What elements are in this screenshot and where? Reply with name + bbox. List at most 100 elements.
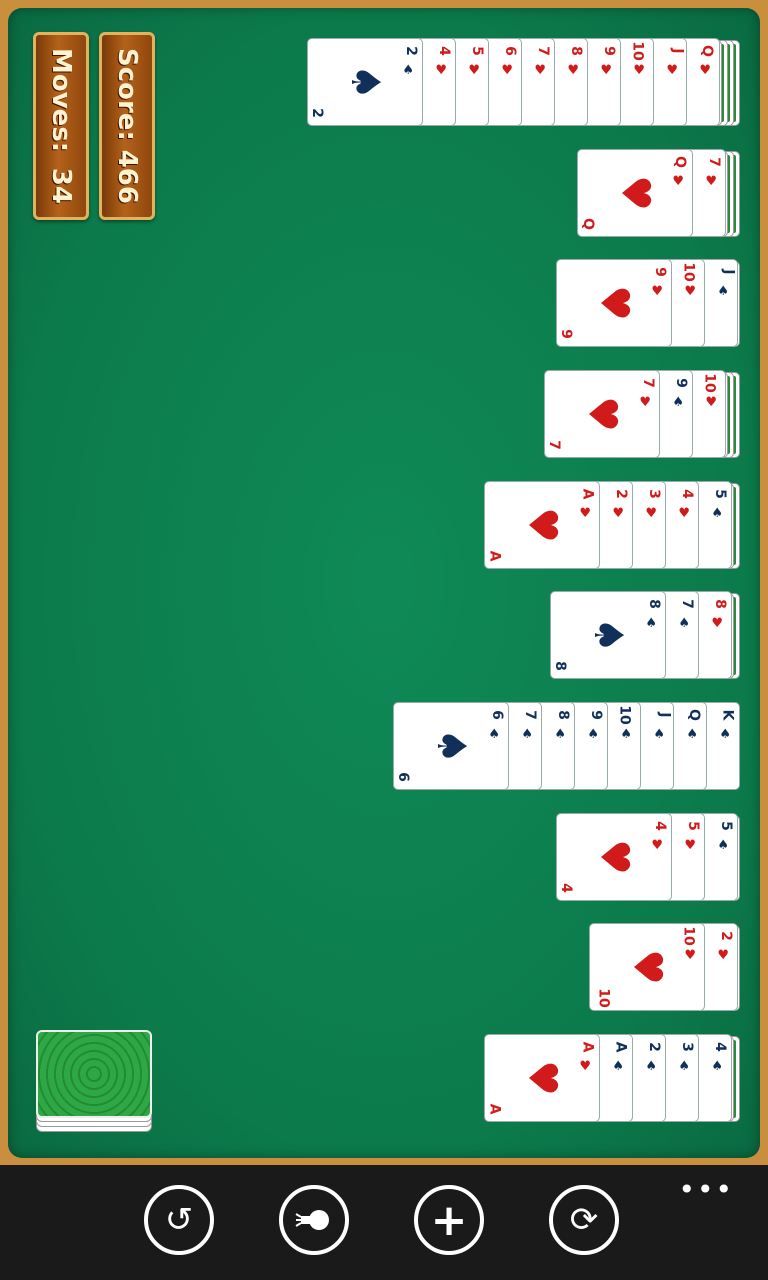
app-bar: ↺ + ⟳ ••• — [0, 1165, 768, 1280]
spade-icon: ♠ — [587, 727, 599, 742]
card-rank: 3 — [646, 489, 663, 499]
spade-icon: ♠ — [711, 1059, 723, 1074]
spade-icon: ♠ — [488, 727, 500, 742]
card-rank: 2 — [308, 108, 325, 118]
spade-icon: ♠ — [428, 728, 474, 764]
spade-icon: ♠ — [678, 1059, 690, 1074]
card-rank: A — [612, 1041, 629, 1053]
heart-icon: ♥ — [684, 838, 696, 853]
card-rank: 8 — [646, 599, 663, 609]
card-rank: 8 — [555, 710, 572, 720]
heart-icon: ♥ — [612, 506, 624, 521]
undo-icon: ↺ — [164, 1200, 194, 1240]
heart-icon: ♥ — [624, 949, 670, 985]
card-rank: 9 — [601, 46, 618, 56]
card-rank: 7 — [640, 378, 657, 388]
spade-icon: ♠ — [521, 727, 533, 742]
card-rank: 10 — [629, 41, 646, 61]
tableau-pile[interactable]: 2 ♥ 10 ♥ ♥ 10 — [0, 923, 768, 1011]
card-rank: 5 — [469, 46, 486, 56]
card-rank: 3 — [679, 1042, 696, 1052]
card-rank: 10 — [616, 705, 633, 725]
tableau-pile[interactable]: K ♠ Q ♠ J ♠ 10 ♠ 9 ♠ 8 ♠ 7 ♠ 6 ♠ ♠ 6 — [0, 702, 768, 790]
card-back-icon — [36, 1030, 152, 1118]
heart-icon: ♥ — [519, 507, 565, 543]
heart-icon: ♥ — [612, 175, 658, 211]
heart-icon: ♥ — [678, 506, 690, 521]
card-rank: K — [719, 709, 736, 721]
playing-card[interactable]: 7 ♥ ♥ 7 — [544, 370, 660, 458]
spade-icon: ♠ — [645, 1059, 657, 1074]
heart-icon: ♥ — [651, 284, 663, 299]
card-rank: 6 — [489, 710, 506, 720]
playing-card[interactable]: A ♥ ♥ A — [484, 481, 600, 569]
spade-icon: ♠ — [554, 727, 566, 742]
tableau-pile[interactable]: 5 ♠ 4 ♥ 3 ♥ 2 ♥ A ♥ ♥ A — [0, 481, 768, 569]
card-rank: 2 — [718, 931, 735, 941]
card-rank: 9 — [557, 329, 574, 339]
card-rank: 4 — [436, 46, 453, 56]
playing-card[interactable]: 6 ♠ ♠ 6 — [393, 702, 509, 790]
hint-icon — [295, 1210, 329, 1230]
card-rank: 9 — [588, 710, 605, 720]
card-rank: 7 — [535, 46, 552, 56]
card-rank: 7 — [522, 710, 539, 720]
heart-icon: ♥ — [699, 63, 711, 78]
heart-icon: ♥ — [717, 948, 729, 963]
card-rank: 4 — [712, 1042, 729, 1052]
spade-icon: ♠ — [585, 617, 631, 653]
stock-pile[interactable] — [36, 1030, 152, 1132]
heart-icon: ♥ — [579, 506, 591, 521]
spade-icon: ♠ — [717, 838, 729, 853]
tableau-pile[interactable]: 10 ♥ 9 ♠ 7 ♥ ♥ 7 — [0, 370, 768, 458]
playing-card[interactable]: 4 ♥ ♥ 4 — [556, 813, 672, 901]
spade-icon: ♠ — [717, 284, 729, 299]
heart-icon: ♥ — [672, 174, 684, 189]
heart-icon: ♥ — [435, 63, 447, 78]
card-rank: 5 — [685, 821, 702, 831]
playing-card[interactable]: 8 ♠ ♠ 8 — [550, 591, 666, 679]
spade-icon: ♠ — [620, 727, 632, 742]
playing-card[interactable]: A ♥ ♥ A — [484, 1034, 600, 1122]
card-rank: 6 — [502, 46, 519, 56]
heart-icon: ♥ — [501, 63, 513, 78]
card-rank: 9 — [652, 267, 669, 277]
card-rank: 7 — [545, 440, 562, 450]
spade-icon: ♠ — [402, 63, 414, 78]
card-rank: 7 — [679, 599, 696, 609]
deal-button[interactable]: + — [414, 1185, 484, 1255]
playing-card[interactable]: 10 ♥ ♥ 10 — [589, 923, 705, 1011]
card-rank: J — [720, 269, 737, 275]
tableau-pile[interactable]: J ♠ 10 ♥ 9 ♥ ♥ 9 — [0, 259, 768, 347]
undo-button[interactable]: ↺ — [144, 1185, 214, 1255]
card-rank: Q — [579, 218, 596, 230]
heart-icon: ♥ — [684, 948, 696, 963]
tableau-pile[interactable]: 7 ♥ Q ♥ ♥ Q — [0, 149, 768, 237]
card-rank: 10 — [680, 262, 697, 282]
more-menu-icon[interactable]: ••• — [678, 1173, 734, 1206]
playing-card[interactable]: 9 ♥ ♥ 9 — [556, 259, 672, 347]
tableau-pile[interactable]: 8 ♥ 7 ♠ 8 ♠ ♠ 8 — [0, 591, 768, 679]
playing-card[interactable]: 2 ♠ ♠ 2 — [307, 38, 423, 126]
heart-icon: ♥ — [645, 506, 657, 521]
tableau-pile[interactable]: Q ♥ J ♥ 10 ♥ 9 ♥ 8 ♥ 7 ♥ 6 ♥ 5 ♥ 4 ♥ 2 ♠ ♠ 2 — [0, 38, 768, 126]
restart-button[interactable]: ⟳ — [549, 1185, 619, 1255]
heart-icon: ♥ — [468, 63, 480, 78]
card-rank: J — [656, 712, 673, 718]
heart-icon: ♥ — [705, 174, 717, 189]
hint-button[interactable] — [279, 1185, 349, 1255]
card-rank: Q — [686, 709, 703, 721]
card-rank: 8 — [568, 46, 585, 56]
spade-icon: ♠ — [678, 616, 690, 631]
card-rank: Q — [672, 156, 689, 168]
tableau-pile[interactable]: 5 ♠ 5 ♥ 4 ♥ ♥ 4 — [0, 813, 768, 901]
card-rank: A — [579, 1041, 596, 1053]
heart-icon: ♥ — [579, 396, 625, 432]
spade-icon: ♠ — [711, 506, 723, 521]
card-rank: 2 — [403, 46, 420, 56]
card-rank: A — [486, 1103, 503, 1115]
card-rank: 10 — [701, 373, 718, 393]
spade-icon: ♠ — [342, 64, 388, 100]
playing-card[interactable]: Q ♥ ♥ Q — [577, 149, 693, 237]
spade-icon: ♠ — [719, 727, 731, 742]
